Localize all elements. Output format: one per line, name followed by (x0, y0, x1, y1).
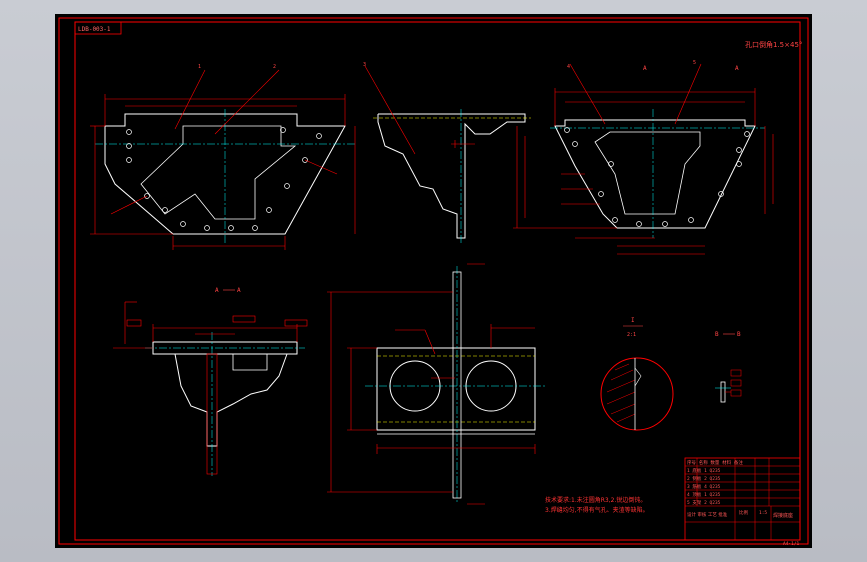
cad-viewport[interactable]: LDB-003-1 孔口倒角1.5×45° 1 2 3 A A 4 5 A A … (55, 14, 812, 548)
view-section-detail[interactable]: I 2:1 (600, 317, 674, 431)
title-block-scale: 1:5 (759, 510, 767, 516)
view-side-profile[interactable]: 3 (363, 62, 531, 244)
tech-note-line-1: 技术要求:1.未注圆角R3,2.锐边倒钝。 (545, 496, 646, 504)
title-row-1: 1 底板 1 Q235 (687, 467, 721, 474)
balloon-2: 2 (273, 64, 276, 70)
section-bb-left: B (715, 331, 719, 338)
view-section-bb[interactable]: B B (715, 331, 742, 403)
title-row-5: 5 支架 2 Q235 (687, 499, 721, 506)
balloon-3: 3 (363, 62, 366, 68)
drawing-title: 焊接底座 (773, 512, 793, 519)
title-block-weight: 比例 (739, 509, 748, 516)
balloon-5: 5 (693, 60, 696, 66)
cad-drawing-canvas[interactable]: LDB-003-1 孔口倒角1.5×45° 1 2 3 A A 4 5 A A … (55, 14, 812, 548)
title-row-4: 4 顶板 1 Q235 (687, 491, 721, 498)
drawing-number: LDB-003-1 (78, 26, 111, 33)
corner-note: 孔口倒角1.5×45° (745, 40, 802, 49)
sheet-label: A4·1/1 (783, 541, 800, 547)
balloon-1: 1 (198, 64, 201, 70)
section-aa-right: A (237, 287, 241, 294)
detail-scale: 2:1 (627, 332, 636, 338)
view-section-aa[interactable]: A A (113, 287, 308, 476)
title-block[interactable]: 序号 名称 数量 材料 备注 1 底板 1 Q235 2 侧板 2 Q235 3… (684, 457, 801, 541)
balloon-4: 4 (567, 64, 570, 70)
view-a-label-left: A (643, 65, 647, 72)
view-a-label-right: A (735, 65, 739, 72)
view-top[interactable] (327, 263, 545, 505)
view-right-bracket[interactable]: A A 4 5 (513, 60, 774, 255)
title-row-3: 3 筋板 4 Q235 (687, 483, 721, 490)
detail-label: I (631, 317, 635, 324)
title-row-0: 序号 名称 数量 材料 备注 (687, 459, 743, 466)
title-row-2: 2 侧板 2 Q235 (687, 475, 721, 482)
section-aa-left: A (215, 287, 219, 294)
tech-note-line-2: 3.焊缝均匀,不得有气孔、夹渣等缺陷。 (545, 506, 649, 514)
title-block-company: 设计 审核 工艺 批准 (687, 511, 728, 518)
section-bb-right: B (737, 331, 741, 338)
view-front-plate[interactable]: 1 2 (90, 64, 356, 250)
